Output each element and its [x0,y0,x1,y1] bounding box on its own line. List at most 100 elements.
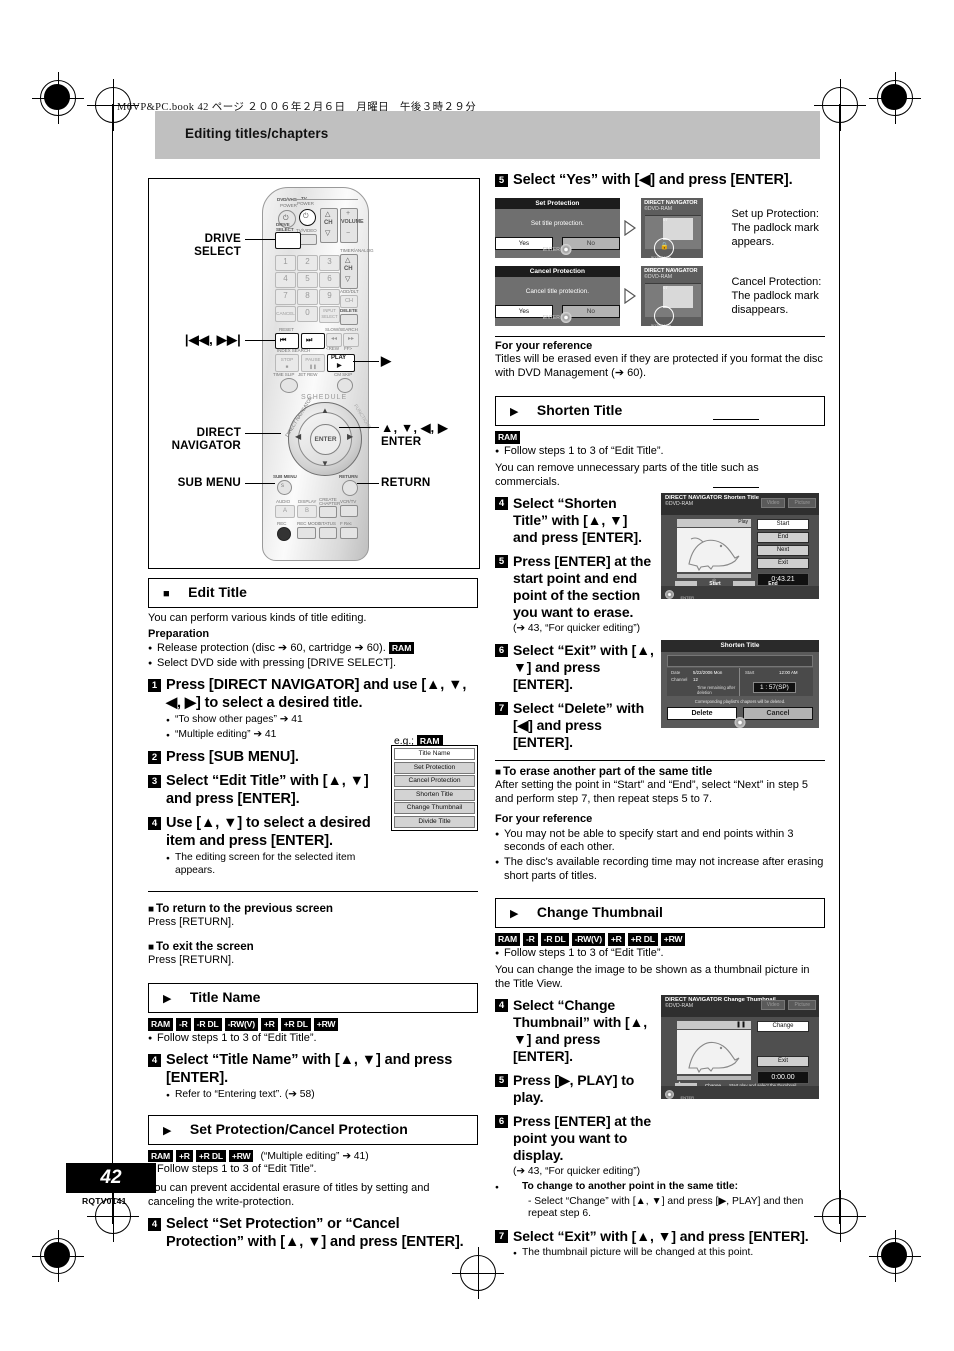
key-pause[interactable]: PAUSE ❚❚ [301,354,325,372]
cursor-up-icon[interactable]: ▲ [321,407,329,415]
edit-step-4-num: 4 [148,817,161,831]
cursor-left-icon[interactable]: ◀ [295,433,301,441]
registration-mark-inner-top-right [814,79,866,131]
key-8[interactable]: 8 [297,289,318,305]
skip-back-button[interactable] [275,333,299,349]
return-button[interactable] [342,480,358,496]
shorten-confirm-title: Shorten Title [661,640,819,653]
enter-disc-icon-5 [665,1090,674,1100]
protection-step-4-text: Select “Set Protection” or “Cancel Prote… [166,1216,464,1250]
exit-text: Press [RETURN]. [148,953,235,966]
triangle-bullet-icon-3: ▶ [510,406,519,419]
menu-item-cancel-protection[interactable]: Cancel Protection [394,775,475,788]
thumbnail-step-7-note: The thumbnail picture will be changed at… [513,1247,809,1260]
key-1[interactable]: 1 [275,255,296,271]
thumbnail-body: You can change the image to be shown as … [495,964,810,990]
set-protection-callout-line [713,419,759,421]
key-6[interactable]: 6 [319,272,340,288]
delete-button[interactable] [340,314,358,325]
thumbnail-button-change[interactable]: Change [757,1021,809,1033]
page-title: Editing titles/chapters [185,126,329,141]
label-rec: REC [277,521,287,526]
tab-picture-2[interactable]: Picture [788,1000,816,1011]
menu-item-shorten-title[interactable]: Shorten Title [394,788,475,801]
key-4[interactable]: 4 [275,272,296,288]
shorten-button-end[interactable]: End [757,532,809,544]
key-ff[interactable]: ▸▸ [343,333,359,347]
key-0[interactable]: 0 [297,306,318,322]
shorten-step-4-num: 4 [495,497,508,511]
menu-item-set-protection[interactable]: Set Protection [394,761,475,774]
key-b[interactable]: B [297,505,317,518]
cm-skip-button[interactable] [337,378,353,393]
dn-thumb-grid-2: 07 5/12/03 Mon [645,282,702,326]
status-button[interactable] [319,527,337,539]
cancel-protection-row: Cancel Protection Cancel title protectio… [495,265,825,326]
label-ff: FF> [344,346,352,351]
protection-step-4-num: 4 [148,1218,161,1232]
time-slip-button[interactable] [280,378,298,393]
f-rec-button[interactable] [340,527,358,539]
create-chapter-button[interactable] [319,506,337,518]
shorten-confirm-date-label: Date [671,670,681,676]
key-7[interactable]: 7 [275,289,296,305]
t-badge-plus-r: +R [607,933,625,946]
skip-forward-button[interactable] [301,333,325,349]
thumbnail-screen-tabs: Video Picture [760,1000,816,1011]
callout-direct-navigator: DIRECT NAVIGATOR [151,426,241,452]
thumbnail-button-exit[interactable]: Exit [757,1056,809,1068]
key-9[interactable]: 9 [319,289,340,305]
menu-item-change-thumbnail[interactable]: Change Thumbnail [394,802,475,815]
vcr-tv-button[interactable] [340,505,358,517]
set-protection-dn-title: DIRECT NAVIGATOR [644,199,698,206]
shorten-confirm-cancel-button[interactable]: Cancel [743,707,813,721]
title-name-step-4-num: 4 [148,1054,161,1068]
tab-picture[interactable]: Picture [788,498,816,509]
shorten-confirm-date-value: 5/22/2006 Mon [693,670,723,676]
shorten-confirm-screen: Shorten Title Date 5/22/2006 Mon Channel… [661,640,819,729]
section-shorten-title: ▶ Shorten Title [495,396,825,427]
cancel-protection-dialog: Cancel Protection Cancel title protectio… [495,265,620,326]
key-add-dlt-ch[interactable]: CH [340,295,358,308]
rec-mode-button[interactable] [297,527,316,539]
tab-video[interactable]: Video [760,498,786,509]
shorten-button-start[interactable]: Start [757,519,809,531]
shorten-button-next[interactable]: Next [757,545,809,557]
edit-step-3: 3 Select “Edit Title” with [▲, ▼] and pr… [148,773,370,808]
menu-item-divide-title[interactable]: Divide Title [394,815,475,828]
pause-icon: ❚❚ [735,1022,746,1029]
callout-dn-line1: DIRECT [196,426,241,439]
sub-menu-button[interactable] [277,480,292,495]
section-title-name: ▶ Title Name [148,983,478,1014]
thumbnail-step-5-text: Press [▶, PLAY] to play. [513,1072,635,1106]
set-protection-dn-screen: DIRECT NAVIGATOR ©DVD-RAM 07 🔒 5/12/03 M… [641,197,704,258]
key-rew[interactable]: ◂◂ [326,333,342,347]
thumbnail-steps-text: 4 Select “Change Thumbnail” with [▲, ▼] … [495,995,655,1164]
enter-button[interactable]: ENTER [310,424,341,455]
leader-return [357,483,379,485]
exit-heading: To exit the screen [148,940,478,953]
thumbnail-step-4-num: 4 [495,999,508,1013]
shorten-confirm-delete-button[interactable]: Delete [667,707,737,721]
triangle-bullet-icon-2: ▶ [163,1125,172,1138]
menu-item-title-name[interactable]: Title Name [394,748,475,760]
key-stop[interactable]: STOP ■ [275,354,299,372]
cursor-down-icon[interactable]: ▼ [321,460,329,468]
drive-select-button[interactable] [275,232,301,249]
thumbnail-badges: RAM -R -R DL -RW(V) +R +R DL +RW [495,933,825,946]
shorten-button-exit[interactable]: Exit [757,558,809,570]
rec-button[interactable] [277,527,291,541]
thumbnail-screen-slotbar: 08 ❚❚ [677,1021,751,1036]
key-3[interactable]: 3 [319,255,340,271]
divider-before-reference [495,335,825,337]
leader-drive-select [245,239,275,241]
key-5[interactable]: 5 [297,272,318,288]
cursor-right-icon[interactable]: ▶ [347,433,353,441]
tab-video-2[interactable]: Video [760,1000,786,1011]
key-2[interactable]: 2 [297,255,318,271]
key-input-select[interactable]: INPUT SELECT [319,306,340,323]
key-cancel[interactable]: CANCEL [275,306,296,322]
crop-line-left [112,104,113,1224]
section-edit-title-label: Edit Title [188,584,247,600]
key-a[interactable]: A [275,505,295,518]
